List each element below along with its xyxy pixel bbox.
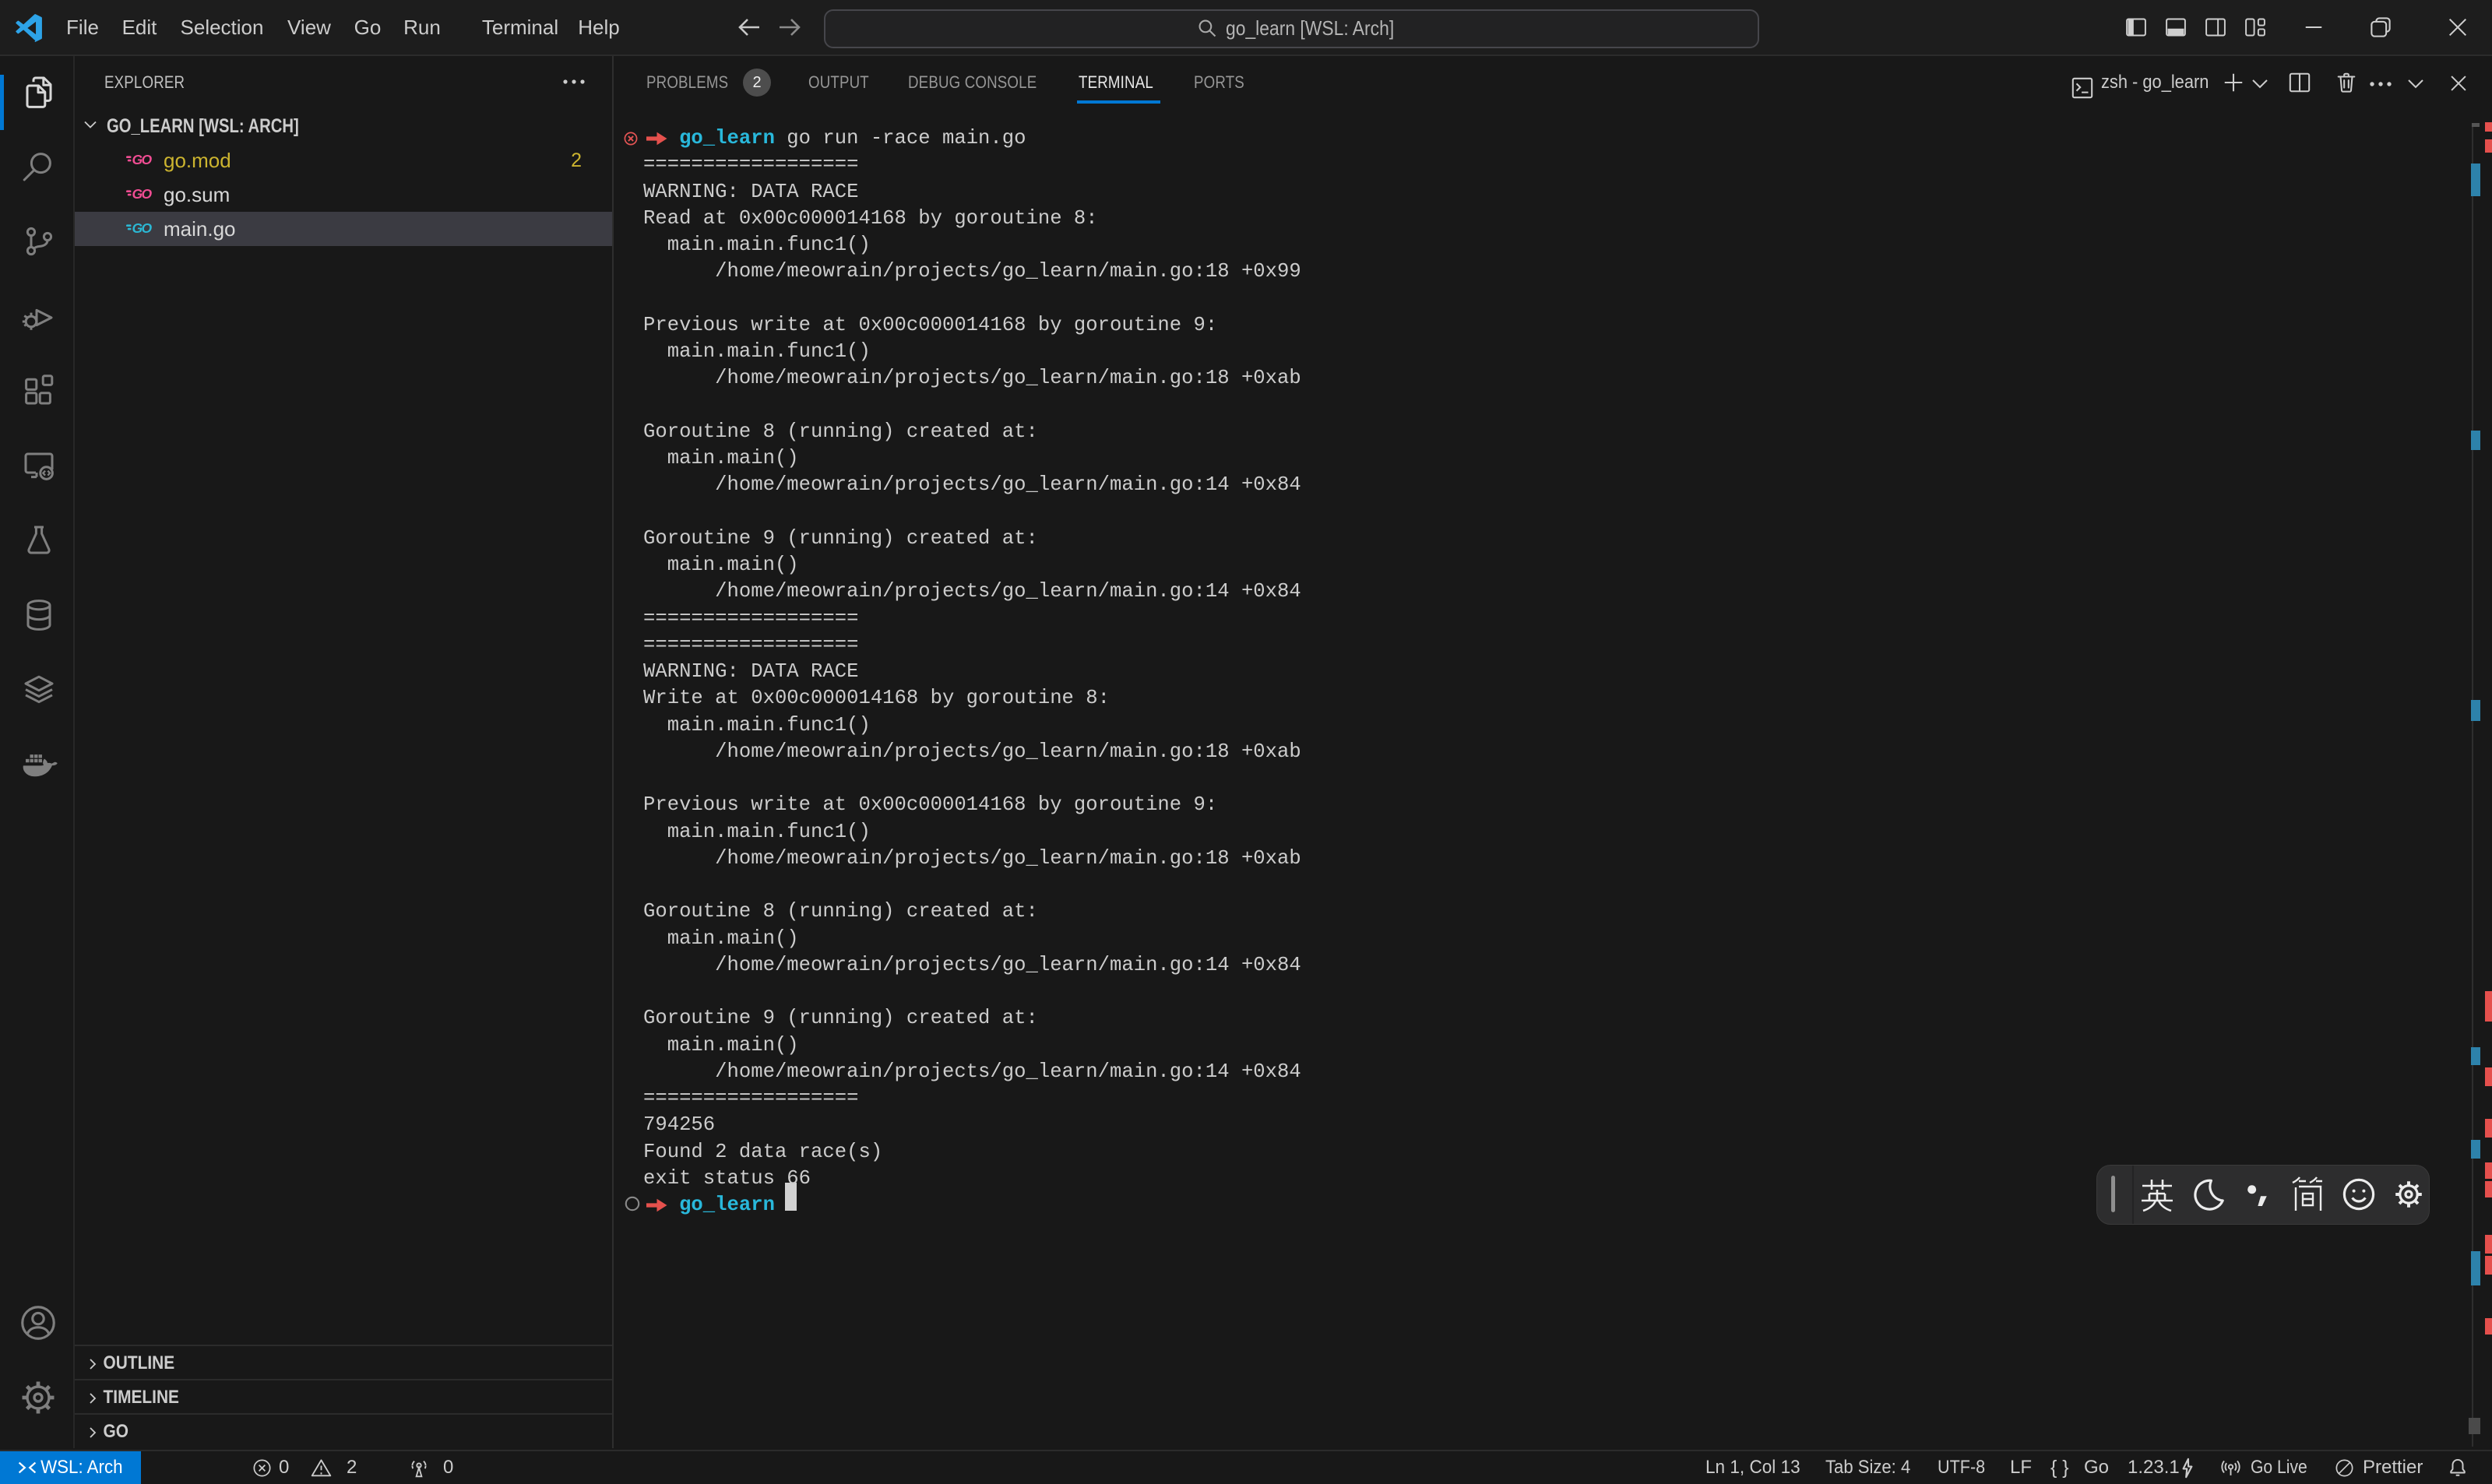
svg-text:GO: GO [132,152,153,167]
svg-text:GO: GO [132,220,153,236]
svg-text:GO: GO [132,186,153,202]
